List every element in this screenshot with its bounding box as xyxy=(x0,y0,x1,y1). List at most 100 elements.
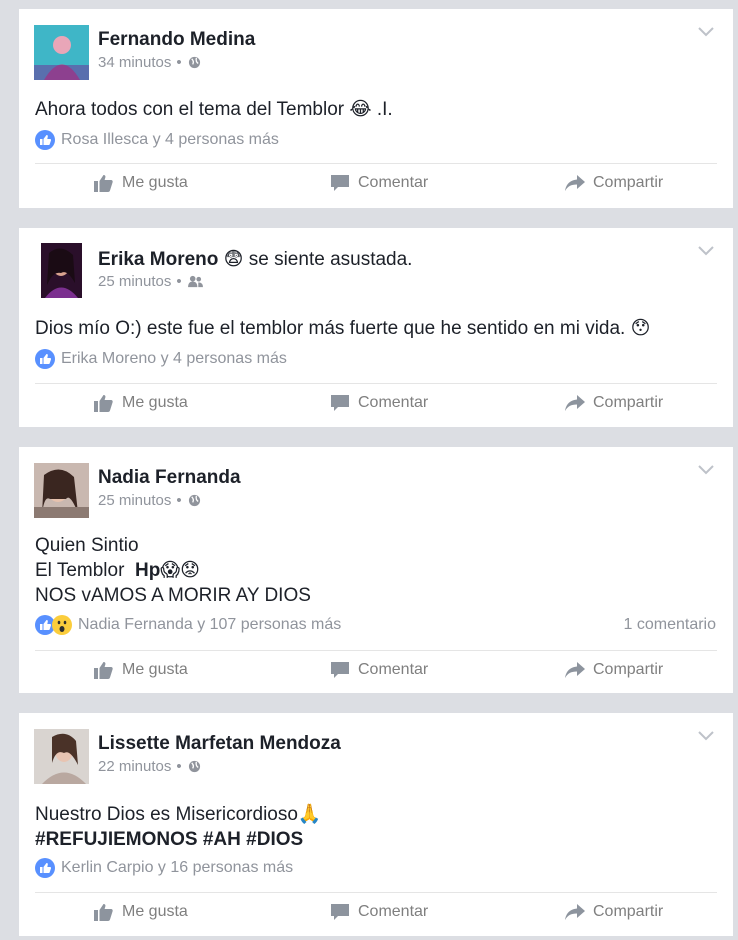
like-button[interactable]: Me gusta xyxy=(93,173,188,193)
comment-button[interactable]: Comentar xyxy=(329,660,428,680)
meta-separator: • xyxy=(176,54,182,71)
comment-label: Comentar xyxy=(358,661,429,678)
avatar[interactable] xyxy=(41,243,82,298)
post-text-line: #REFUJIEMONOS #AH #DIOS xyxy=(35,829,304,850)
like-icon xyxy=(35,858,55,878)
post-card: Erika Moreno 😨 se siente asustada. 25 mi… xyxy=(19,228,733,427)
post-text: Ahora todos con el tema del Temblor 😂 .I… xyxy=(35,97,393,122)
like-label: Me gusta xyxy=(122,903,188,920)
post-header: Nadia Fernanda xyxy=(98,467,241,489)
post-text-line: Quien Sintio xyxy=(35,535,139,556)
chevron-down-icon[interactable] xyxy=(697,26,715,38)
post-time[interactable]: 22 minutos xyxy=(98,758,171,775)
post-time[interactable]: 34 minutos xyxy=(98,54,171,71)
comment-icon xyxy=(331,904,349,920)
thumbs-up-icon xyxy=(94,904,113,921)
author-name[interactable]: Nadia Fernanda xyxy=(98,467,241,488)
share-label: Compartir xyxy=(593,174,664,191)
reactions-summary[interactable]: Erika Moreno y 4 personas más xyxy=(35,349,287,369)
post-text-line: Dios mío O:) este fue el temblor más fue… xyxy=(35,318,651,339)
post-actions: Me gusta Comentar Compartir xyxy=(19,902,733,926)
post-header: Lissette Marfetan Mendoza xyxy=(98,733,341,755)
share-button[interactable]: Compartir xyxy=(564,660,663,680)
share-button[interactable]: Compartir xyxy=(564,393,663,413)
comment-label: Comentar xyxy=(358,174,429,191)
comment-icon xyxy=(331,395,349,411)
post-header: Fernando Medina xyxy=(98,29,255,51)
share-button[interactable]: Compartir xyxy=(564,173,663,193)
comment-icon xyxy=(331,175,349,191)
reactions-summary[interactable]: Rosa Illesca y 4 personas más xyxy=(35,130,279,150)
author-name[interactable]: Lissette Marfetan Mendoza xyxy=(98,733,341,754)
post-text: Nuestro Dios es Misericordioso🙏 #REFUJIE… xyxy=(35,802,322,852)
like-button[interactable]: Me gusta xyxy=(93,393,188,413)
meta-separator: • xyxy=(176,758,182,775)
reactions-text[interactable]: Nadia Fernanda y 107 personas más xyxy=(78,616,341,634)
like-label: Me gusta xyxy=(122,174,188,191)
meta-separator: • xyxy=(176,273,182,290)
share-button[interactable]: Compartir xyxy=(564,902,663,922)
divider xyxy=(35,650,717,651)
post-text-span: Hp😱😟 xyxy=(134,560,200,581)
post-meta: 34 minutos • xyxy=(98,54,201,71)
comment-button[interactable]: Comentar xyxy=(329,173,428,193)
post-meta: 25 minutos • xyxy=(98,492,201,509)
reactions-text[interactable]: Rosa Illesca y 4 personas más xyxy=(61,131,279,149)
post-actions: Me gusta Comentar Compartir xyxy=(19,173,733,197)
post-card: Lissette Marfetan Mendoza 22 minutos • N… xyxy=(19,713,733,936)
post-text: Dios mío O:) este fue el temblor más fue… xyxy=(35,316,650,341)
like-label: Me gusta xyxy=(122,661,188,678)
post-text-line: El Temblor Hp😱😟 xyxy=(35,558,311,583)
like-button[interactable]: Me gusta xyxy=(93,660,188,680)
avatar[interactable] xyxy=(34,463,89,518)
post-header: Erika Moreno 😨 se siente asustada. xyxy=(98,248,412,271)
like-icon xyxy=(35,349,55,369)
globe-icon xyxy=(188,494,200,507)
share-label: Compartir xyxy=(593,903,664,920)
comments-count[interactable]: 1 comentario xyxy=(624,616,717,634)
comment-label: Comentar xyxy=(358,903,429,920)
share-label: Compartir xyxy=(593,394,664,411)
thumbs-up-icon xyxy=(94,175,113,192)
post-text-line: NOS vAMOS A MORIR AY DIOS xyxy=(35,585,311,606)
share-arrow-icon xyxy=(565,662,585,678)
reactions-summary[interactable]: Kerlin Carpio y 16 personas más xyxy=(35,858,293,878)
post-text-line: Ahora todos con el tema del Temblor 😂 .I… xyxy=(35,99,393,120)
reactions-text[interactable]: Kerlin Carpio y 16 personas más xyxy=(61,859,293,877)
like-label: Me gusta xyxy=(122,394,188,411)
post-meta: 22 minutos • xyxy=(98,758,201,775)
post-actions: Me gusta Comentar Compartir xyxy=(19,393,733,417)
share-arrow-icon xyxy=(565,395,585,411)
comment-icon xyxy=(331,662,349,678)
globe-icon xyxy=(188,760,200,773)
post-time[interactable]: 25 minutos xyxy=(98,273,171,290)
like-icon xyxy=(35,130,55,150)
wow-icon xyxy=(52,615,72,635)
comment-button[interactable]: Comentar xyxy=(329,902,428,922)
like-button[interactable]: Me gusta xyxy=(93,902,188,922)
share-label: Compartir xyxy=(593,661,664,678)
thumbs-up-icon xyxy=(94,662,113,679)
avatar[interactable] xyxy=(34,25,89,80)
avatar[interactable] xyxy=(34,729,89,784)
friends-icon xyxy=(187,275,203,288)
chevron-down-icon[interactable] xyxy=(697,245,715,257)
thumbs-up-icon xyxy=(94,395,113,412)
author-name[interactable]: Erika Moreno xyxy=(98,249,218,270)
share-arrow-icon xyxy=(565,175,585,191)
post-time[interactable]: 25 minutos xyxy=(98,492,171,509)
chevron-down-icon[interactable] xyxy=(697,464,715,476)
author-name[interactable]: Fernando Medina xyxy=(98,29,255,50)
feeling-text[interactable]: 😨 se siente asustada. xyxy=(224,249,413,270)
reactions-summary[interactable]: Nadia Fernanda y 107 personas más xyxy=(35,615,341,635)
reactions-text[interactable]: Erika Moreno y 4 personas más xyxy=(61,350,287,368)
post-card: Nadia Fernanda 25 minutos • Quien Sintio… xyxy=(19,447,733,693)
comment-label: Comentar xyxy=(358,394,429,411)
share-arrow-icon xyxy=(565,904,585,920)
post-actions: Me gusta Comentar Compartir xyxy=(19,660,733,684)
divider xyxy=(35,163,717,164)
chevron-down-icon[interactable] xyxy=(697,730,715,742)
comment-button[interactable]: Comentar xyxy=(329,393,428,413)
post-meta: 25 minutos • xyxy=(98,273,203,290)
post-text: Quien Sintio El Temblor Hp😱😟 NOS vAMOS A… xyxy=(35,533,311,608)
